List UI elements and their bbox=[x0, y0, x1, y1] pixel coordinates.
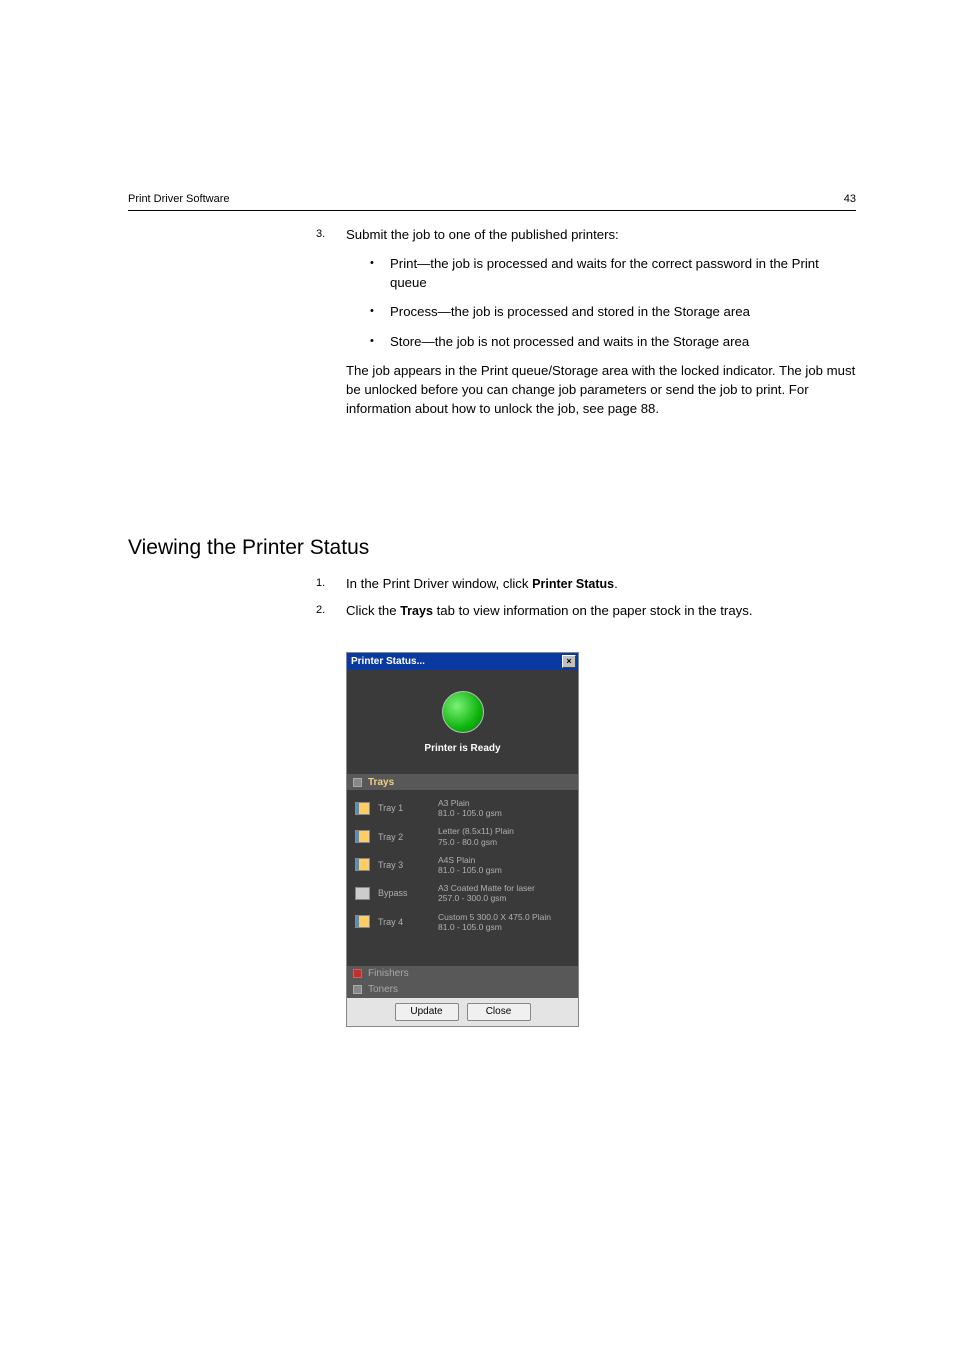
tray-info: Custom 5 300.0 X 475.0 Plain 81.0 - 105.… bbox=[438, 912, 551, 932]
tray-icon bbox=[355, 802, 370, 815]
dialog-title: Printer Status... bbox=[351, 656, 425, 667]
tray-list: Tray 1 A3 Plain 81.0 - 105.0 gsm Tray 2 … bbox=[347, 790, 578, 966]
tab-toners[interactable]: Toners bbox=[347, 982, 578, 998]
step-1-bold: Printer Status bbox=[532, 577, 614, 591]
tray-name: Bypass bbox=[378, 888, 430, 898]
step-1: 1. In the Print Driver window, click Pri… bbox=[316, 574, 856, 593]
tray-name: Tray 3 bbox=[378, 860, 430, 870]
tab-indicator-icon bbox=[353, 778, 362, 787]
step-3-text: Submit the job to one of the published p… bbox=[346, 225, 856, 244]
tray-row: Tray 1 A3 Plain 81.0 - 105.0 gsm bbox=[347, 794, 578, 822]
step-number: 1. bbox=[316, 574, 346, 593]
step-3: 3. Submit the job to one of the publishe… bbox=[316, 225, 856, 351]
step-2-bold: Trays bbox=[400, 604, 433, 618]
tab-indicator-icon bbox=[353, 969, 362, 978]
tray-name: Tray 2 bbox=[378, 832, 430, 842]
bullet-text: Print—the job is processed and waits for… bbox=[390, 254, 856, 292]
header-rule bbox=[128, 210, 856, 211]
tray-row: Tray 3 A4S Plain 81.0 - 105.0 gsm bbox=[347, 851, 578, 879]
bullet-item: • Print—the job is processed and waits f… bbox=[370, 254, 856, 292]
content-block-1: 3. Submit the job to one of the publishe… bbox=[316, 225, 856, 418]
dialog-footer: Update Close bbox=[347, 998, 578, 1026]
tab-trays[interactable]: Trays bbox=[347, 774, 578, 790]
bullet-text: Store—the job is not processed and waits… bbox=[390, 332, 856, 351]
tab-toners-label: Toners bbox=[368, 984, 398, 995]
status-light-icon bbox=[442, 691, 484, 733]
tray-row: Bypass A3 Coated Matte for laser 257.0 -… bbox=[347, 879, 578, 907]
step-2-pre: Click the bbox=[346, 603, 400, 618]
bullet-icon: • bbox=[370, 254, 390, 292]
status-text: Printer is Ready bbox=[424, 743, 500, 754]
tray-row: Tray 4 Custom 5 300.0 X 475.0 Plain 81.0… bbox=[347, 908, 578, 936]
bullet-item: • Store—the job is not processed and wai… bbox=[370, 332, 856, 351]
tray-icon bbox=[355, 915, 370, 928]
dialog-titlebar[interactable]: Printer Status... × bbox=[347, 653, 578, 670]
step-2-post: tab to view information on the paper sto… bbox=[433, 603, 753, 618]
tray-info: A3 Plain 81.0 - 105.0 gsm bbox=[438, 798, 502, 818]
tray-info: A3 Coated Matte for laser 257.0 - 300.0 … bbox=[438, 883, 535, 903]
bullet-icon: • bbox=[370, 332, 390, 351]
close-button[interactable]: Close bbox=[467, 1003, 531, 1021]
step-1-post: . bbox=[614, 576, 618, 591]
step-number: 3. bbox=[316, 225, 346, 351]
tab-trays-label: Trays bbox=[368, 777, 394, 788]
status-area: Printer is Ready bbox=[347, 670, 578, 774]
tray-name: Tray 1 bbox=[378, 803, 430, 813]
update-button[interactable]: Update bbox=[395, 1003, 459, 1021]
step-2: 2. Click the Trays tab to view informati… bbox=[316, 601, 856, 620]
section-heading: Viewing the Printer Status bbox=[128, 536, 369, 560]
bullet-item: • Process—the job is processed and store… bbox=[370, 302, 856, 321]
page-number: 43 bbox=[844, 193, 856, 205]
step-number: 2. bbox=[316, 601, 346, 620]
step-1-pre: In the Print Driver window, click bbox=[346, 576, 532, 591]
printer-status-dialog: Printer Status... × Printer is Ready Tra… bbox=[346, 652, 579, 1027]
tray-info: A4S Plain 81.0 - 105.0 gsm bbox=[438, 855, 502, 875]
tab-finishers-label: Finishers bbox=[368, 968, 409, 979]
tab-indicator-icon bbox=[353, 985, 362, 994]
tray-icon bbox=[355, 858, 370, 871]
bullet-icon: • bbox=[370, 302, 390, 321]
tray-info: Letter (8.5x11) Plain 75.0 - 80.0 gsm bbox=[438, 826, 514, 846]
tray-icon bbox=[355, 830, 370, 843]
tray-name: Tray 4 bbox=[378, 917, 430, 927]
tray-row: Tray 2 Letter (8.5x11) Plain 75.0 - 80.0… bbox=[347, 822, 578, 850]
bullet-text: Process—the job is processed and stored … bbox=[390, 302, 856, 321]
step-3-after-paragraph: The job appears in the Print queue/Stora… bbox=[346, 361, 856, 418]
tray-icon bbox=[355, 887, 370, 900]
close-icon[interactable]: × bbox=[562, 655, 576, 668]
content-block-2: 1. In the Print Driver window, click Pri… bbox=[316, 574, 856, 628]
tab-finishers[interactable]: Finishers bbox=[347, 966, 578, 982]
running-header-left: Print Driver Software bbox=[128, 193, 229, 205]
